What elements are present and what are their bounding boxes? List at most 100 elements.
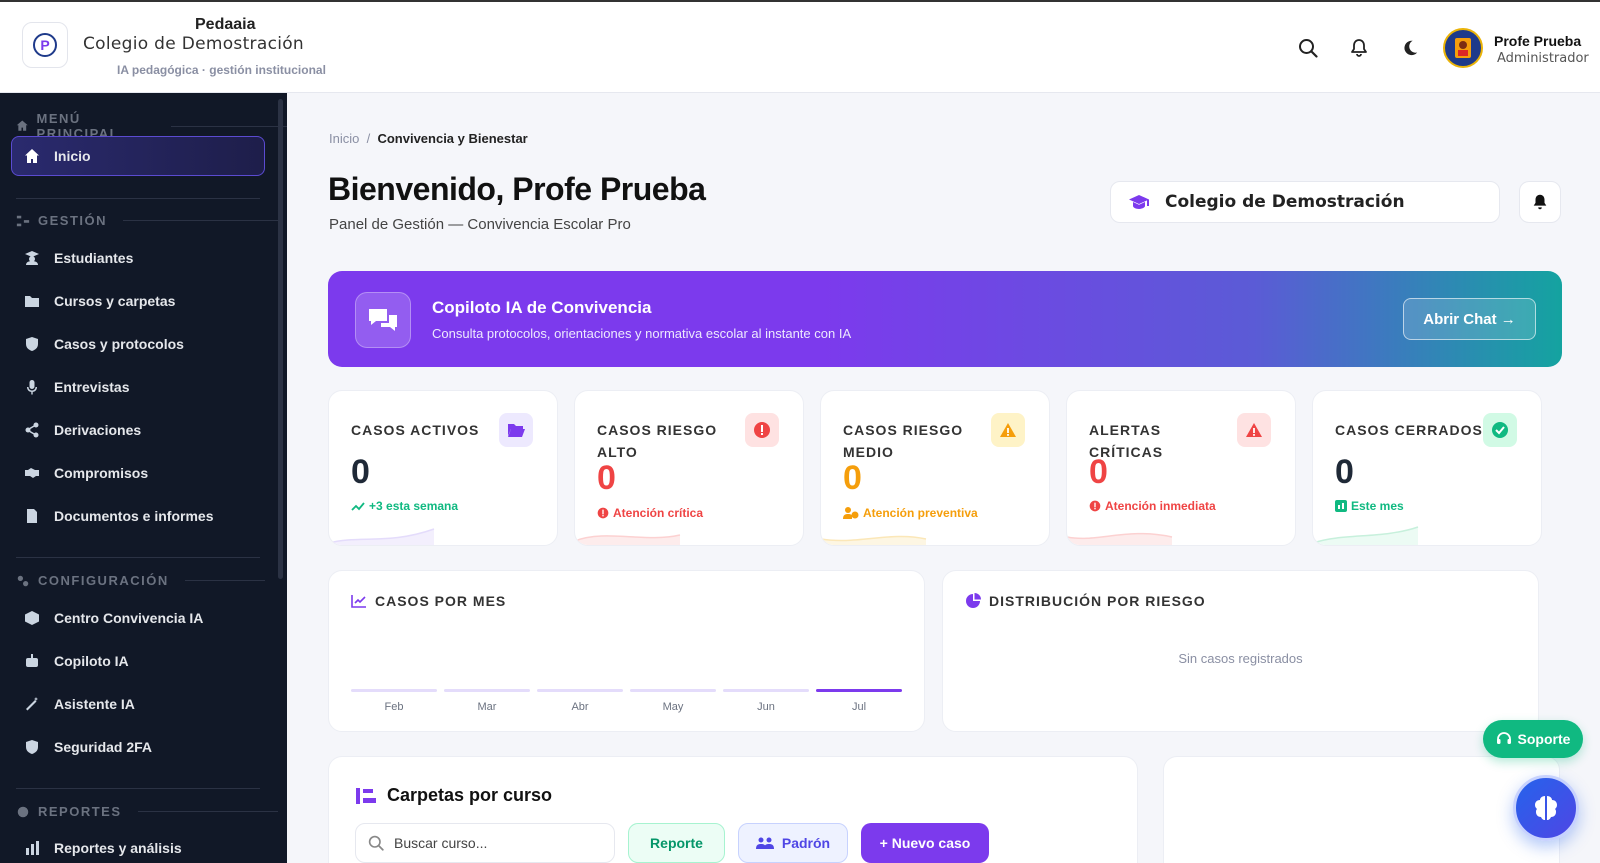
stat-note: Atención inmediata — [1089, 499, 1216, 513]
chart-tick-label: Jul — [851, 701, 867, 713]
shield-icon — [26, 337, 38, 351]
stat-card-casos-cerrados[interactable]: CASOS CERRADOS 0 Este mes — [1312, 390, 1542, 546]
school-selector[interactable]: Colegio de Demostración — [1110, 181, 1500, 223]
sidebar-item-inicio[interactable]: Inicio — [11, 136, 265, 176]
panel-title-text: DISTRIBUCIÓN POR RIESGO — [989, 593, 1206, 609]
magic-wand-icon — [26, 697, 38, 711]
sidebar-item-compromisos[interactable]: Compromisos — [16, 455, 266, 491]
calendar-icon — [1335, 500, 1347, 512]
alert-icon — [1089, 500, 1101, 512]
sidebar-scrollbar[interactable] — [278, 99, 283, 579]
course-search-input[interactable]: Buscar curso... — [355, 823, 615, 863]
sparkline — [1067, 532, 1173, 545]
sidebar-item-derivaciones[interactable]: Derivaciones — [16, 412, 266, 448]
stat-card-casos-activos[interactable]: CASOS ACTIVOS 0 +3 esta semana — [328, 390, 558, 546]
breadcrumb-home[interactable]: Inicio — [329, 131, 359, 146]
risk-distribution-panel: DISTRIBUCIÓN POR RIESGO Sin casos regist… — [942, 570, 1539, 732]
logo-icon: P — [33, 33, 57, 57]
tagline: IA pedagógica · gestión institucional — [117, 63, 326, 77]
stat-value: 0 — [843, 459, 862, 497]
new-case-button[interactable]: + Nuevo caso — [861, 823, 989, 863]
sidebar-item-label: Inicio — [54, 148, 91, 164]
avatar[interactable] — [1443, 28, 1483, 68]
home-section-icon — [16, 120, 28, 131]
bell-icon — [1533, 194, 1547, 210]
sidebar-item-cursos[interactable]: Cursos y carpetas — [16, 283, 266, 319]
chart-bar-jun[interactable] — [723, 689, 809, 692]
shield-half-icon — [26, 740, 38, 754]
brand-name: Pedaaia — [195, 16, 256, 33]
sidebar-item-label: Derivaciones — [54, 422, 142, 438]
sidebar-item-copiloto[interactable]: Copiloto IA — [16, 643, 266, 679]
sidebar-item-label: Entrevistas — [54, 379, 130, 395]
brain-icon — [1535, 796, 1557, 820]
copilot-title: Copiloto IA de Convivencia — [432, 298, 652, 317]
cases-chart-title: CASOS POR MES — [351, 593, 506, 609]
sidebar-item-label: Documentos e informes — [54, 508, 214, 524]
chart-bar-abr[interactable] — [537, 689, 623, 692]
ai-assistant-fab[interactable] — [1513, 775, 1579, 841]
chart-icon — [26, 841, 39, 855]
alert-circle-icon — [745, 413, 779, 447]
sidebar-item-casos[interactable]: Casos y protocolos — [16, 326, 266, 362]
main-content: Inicio / Convivencia y Bienestar Bienven… — [287, 93, 1600, 863]
stat-title: CASOS ACTIVOS — [351, 422, 480, 438]
chart-bar-may[interactable] — [630, 689, 716, 692]
users-icon — [755, 837, 774, 849]
user-name[interactable]: Profe Prueba — [1494, 33, 1581, 49]
sidebar-item-label: Reportes y análisis — [54, 840, 182, 856]
user-role: Administrador — [1497, 51, 1589, 66]
breadcrumb-separator: / — [366, 131, 371, 146]
support-button[interactable]: Soporte — [1483, 720, 1583, 758]
warning-icon — [991, 413, 1025, 447]
padron-button[interactable]: Padrón — [738, 823, 848, 863]
avatar-icon — [1455, 38, 1471, 58]
course-folders-panel: Carpetas por curso Buscar curso... Repor… — [328, 756, 1138, 863]
page-subtitle: Panel de Gestión — Convivencia Escolar P… — [329, 216, 631, 233]
stat-note: Este mes — [1335, 499, 1404, 513]
sidebar-item-label: Compromisos — [54, 465, 149, 481]
sidebar-item-seguridad[interactable]: Seguridad 2FA — [16, 729, 266, 765]
app-logo[interactable]: P — [22, 22, 68, 68]
sidebar-item-entrevistas[interactable]: Entrevistas — [16, 369, 266, 405]
support-button-label: Soporte — [1517, 731, 1571, 747]
box-icon — [25, 611, 39, 625]
stat-note-text: +3 esta semana — [369, 499, 459, 513]
open-chat-button[interactable]: Abrir Chat → — [1403, 298, 1536, 340]
check-circle-icon — [1483, 413, 1517, 447]
stat-note-text: Atención inmediata — [1105, 499, 1216, 513]
folder-icon — [25, 296, 39, 307]
stat-card-riesgo-medio[interactable]: CASOS RIESGO MEDIO 0 Atención preventiva — [820, 390, 1050, 546]
chart-bar-jul[interactable] — [816, 689, 902, 692]
bell-icon[interactable] — [1348, 37, 1370, 59]
sparkline — [329, 528, 435, 545]
report-button[interactable]: Reporte — [628, 823, 725, 863]
panel-title-text: CASOS POR MES — [375, 593, 507, 609]
chart-section-icon — [17, 806, 29, 817]
school-pill-label: Colegio de Demostración — [1165, 192, 1405, 212]
dark-mode-icon[interactable] — [1399, 37, 1421, 59]
stat-card-riesgo-alto[interactable]: CASOS RIESGO ALTO 0 Atención crítica — [574, 390, 804, 546]
folders-title-text: Carpetas por curso — [387, 785, 553, 805]
share-icon — [25, 422, 39, 438]
section-reportes: REPORTES — [16, 804, 278, 819]
trend-up-icon — [351, 502, 365, 511]
sidebar-item-documentos[interactable]: Documentos e informes — [16, 498, 266, 534]
chart-bar-mar[interactable] — [444, 689, 530, 692]
sparkline — [821, 535, 927, 545]
search-icon[interactable] — [1297, 37, 1319, 59]
sidebar-item-reportes[interactable]: Reportes y análisis — [16, 830, 266, 863]
chart-bar-feb[interactable] — [351, 689, 437, 692]
stat-note-text: Este mes — [1351, 499, 1404, 513]
stat-card-alertas-criticas[interactable]: ALERTAS CRÍTICAS 0 Atención inmediata — [1066, 390, 1296, 546]
sidebar-item-estudiantes[interactable]: Estudiantes — [16, 240, 266, 276]
handshake-icon — [25, 468, 39, 478]
stat-title: CASOS RIESGO MEDIO — [843, 422, 964, 460]
sidebar-item-label: Casos y protocolos — [54, 336, 184, 352]
triangle-alert-icon — [1237, 413, 1271, 447]
gears-icon — [17, 575, 29, 586]
sidebar-item-centro-ia[interactable]: Centro Convivencia IA — [16, 600, 266, 636]
sidebar-item-asistente[interactable]: Asistente IA — [16, 686, 266, 722]
folder-open-icon — [499, 413, 533, 447]
notifications-button[interactable] — [1519, 181, 1561, 223]
